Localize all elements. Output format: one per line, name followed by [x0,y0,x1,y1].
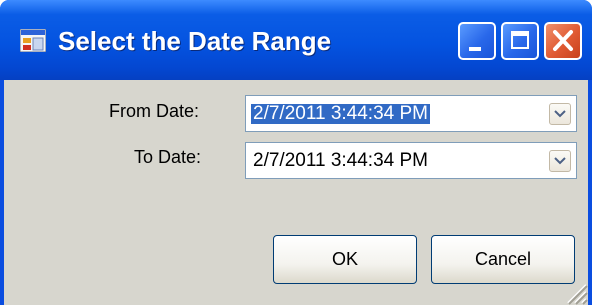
window-title: Select the Date Range [58,26,332,56]
maximize-icon [511,31,529,49]
title-bar[interactable]: Select the Date Range [0,0,592,80]
from-date-value[interactable]: 2/7/2011 3:44:34 PM [251,104,430,124]
to-date-picker[interactable]: 2/7/2011 3:44:34 PM [245,142,577,179]
chevron-down-icon [554,110,566,118]
from-date-label: From Date: [109,101,200,121]
chevron-down-icon [554,157,566,165]
minimize-icon [469,47,481,51]
ok-button[interactable]: OK [273,235,417,284]
cancel-button[interactable]: Cancel [431,235,575,284]
minimize-button[interactable] [458,22,496,60]
from-date-dropdown-button[interactable] [549,103,571,125]
date-range-dialog: Select the Date Range From Date: 2/7/201… [0,0,592,305]
app-icon [20,29,46,52]
resize-grip-icon[interactable] [562,279,588,305]
close-button[interactable] [544,22,582,60]
to-date-label: To Date: [134,147,202,167]
close-icon [553,30,573,51]
dialog-client-area: From Date: 2/7/2011 3:44:34 PM To Date: … [4,80,588,305]
maximize-button[interactable] [501,22,539,60]
to-date-dropdown-button[interactable] [549,150,571,172]
from-date-picker[interactable]: 2/7/2011 3:44:34 PM [245,95,577,132]
to-date-value[interactable]: 2/7/2011 3:44:34 PM [253,151,428,171]
